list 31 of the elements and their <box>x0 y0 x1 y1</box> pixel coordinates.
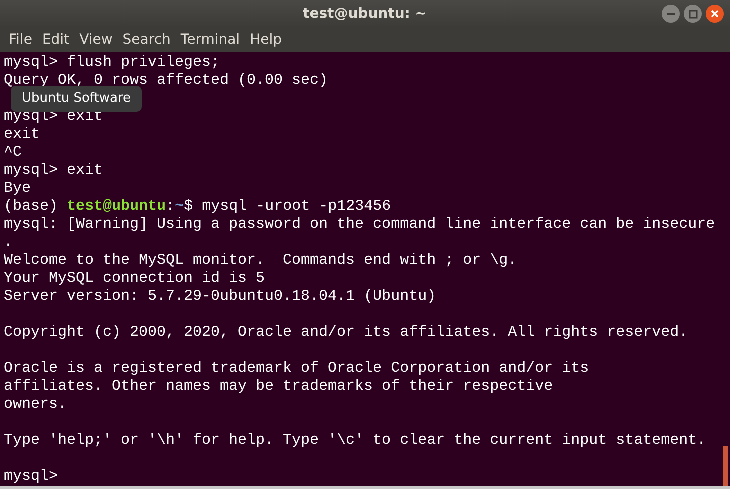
terminal-line: mysql: [Warning] Using a password on the command line interface can be insecure <box>4 216 716 234</box>
terminal-line: Type 'help;' or '\h' for help. Type '\c' to clear the current input statement. <box>4 432 708 450</box>
window-title: test@ubuntu: ~ <box>303 4 427 24</box>
terminal-line: Oracle is a registered trademark of Oracle Corporation and/or its <box>4 360 590 378</box>
minimize-button[interactable] <box>662 5 680 23</box>
menu-item[interactable]: View <box>74 28 118 52</box>
terminal-line: mysql> exit <box>4 162 104 180</box>
menu-item[interactable]: File <box>4 28 38 52</box>
tooltip: Ubuntu Software <box>11 86 142 112</box>
terminal-line: . <box>4 234 14 252</box>
terminal-line: affiliates. Other names may be trademarks of their respective <box>4 378 554 396</box>
terminal-line: Bye <box>4 180 32 198</box>
menu-item[interactable]: Edit <box>37 28 75 52</box>
menu-item[interactable]: Help <box>245 28 287 52</box>
menu-item[interactable]: Terminal <box>176 28 246 52</box>
terminal-line: ^C <box>4 144 24 162</box>
minimize-icon <box>667 13 675 15</box>
close-icon <box>711 10 719 18</box>
menu-item[interactable]: Search <box>118 28 176 52</box>
maximize-icon <box>688 10 698 18</box>
terminal-line: exit <box>4 126 42 144</box>
terminal-line: Your MySQL connection id is 5 <box>4 270 266 288</box>
terminal-line: mysql> <box>4 468 60 486</box>
close-button[interactable] <box>706 5 724 23</box>
terminal-line: mysql> flush privileges; <box>4 54 222 72</box>
terminal-line: Server version: 5.7.29-0ubuntu0.18.04.1 (Ubuntu) <box>4 288 438 306</box>
scrollbar-thumb[interactable] <box>723 446 728 486</box>
terminal-line: Welcome to the MySQL monitor. Commands end with ; or \g. <box>4 252 518 270</box>
terminal-line: (base) test@ubuntu:~$ mysql -uroot -p123456 <box>4 198 392 216</box>
terminal-line: owners. <box>4 396 68 414</box>
terminal-line: Copyright (c) 2000, 2020, Oracle and/or its affiliates. All rights reserved. <box>4 324 690 342</box>
